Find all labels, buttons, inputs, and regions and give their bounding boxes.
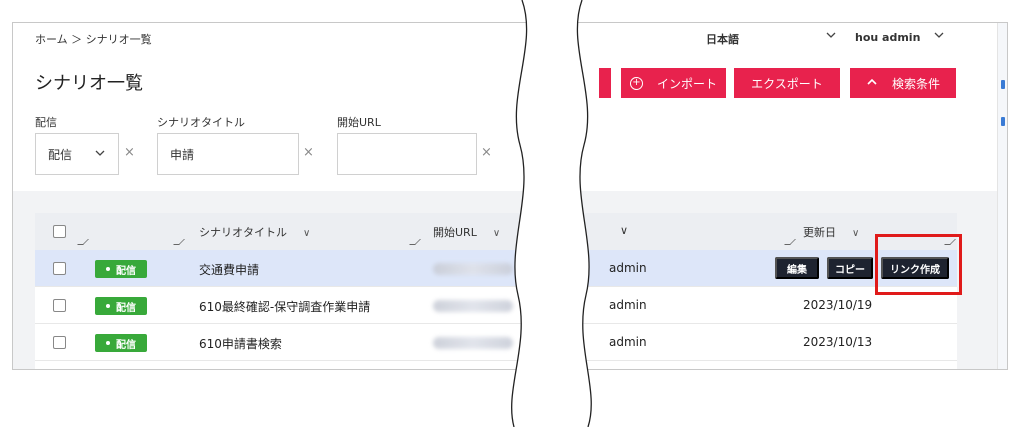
page-break-mark (511, 0, 592, 427)
chevron-down-icon[interactable] (933, 29, 945, 44)
column-resize-handle[interactable] (409, 239, 421, 245)
indicator-icon (1001, 80, 1005, 89)
breadcrumb[interactable]: ホーム ＞ シナリオ一覧 (35, 31, 152, 47)
row-title[interactable]: 交通費申請 (199, 261, 259, 278)
status-badge: 配信 (95, 334, 147, 352)
status-filter-label: 配信 (35, 116, 57, 129)
status-badge-label: 配信 (116, 339, 136, 351)
status-badge: 配信 (95, 260, 147, 278)
column-header-url[interactable]: 開始URL ∨ (433, 224, 500, 240)
row-title[interactable]: 610申請書検索 (199, 335, 282, 352)
row-date: 2023/10/19 (803, 298, 873, 312)
edit-button[interactable]: 編集 (775, 257, 819, 279)
row-checkbox[interactable] (53, 299, 66, 312)
import-button[interactable]: + インポート (621, 68, 726, 98)
column-header-updated[interactable]: 更新日 ∨ (803, 224, 859, 240)
row-user: admin (609, 298, 647, 312)
row-checkbox[interactable] (53, 336, 66, 349)
clear-status-icon[interactable]: × (124, 145, 135, 160)
chevron-down-icon: ∨ (303, 228, 311, 239)
annotation-highlight-box (875, 234, 962, 295)
scenario-table: シナリオタイトル ∨ 開始URL ∨ ∨ 更新日 ∨ 配信 交通費申請 admin (35, 213, 957, 369)
copy-button[interactable]: コピー (827, 257, 873, 279)
user-menu[interactable]: hou admin (855, 31, 920, 44)
url-filter-label: 開始URL (337, 116, 381, 129)
status-badge-label: 配信 (116, 265, 136, 277)
column-url-label: 開始URL (433, 226, 477, 239)
chevron-down-icon[interactable]: ∨ (620, 224, 628, 237)
table-row[interactable]: 配信 610申請書検索 admin 2023/10/13 (35, 324, 957, 361)
dot-icon (106, 267, 110, 271)
column-resize-handle[interactable] (77, 239, 89, 245)
column-title-label: シナリオタイトル (199, 226, 287, 239)
row-date: 2023/10/13 (803, 335, 873, 349)
page-title: シナリオ一覧 (35, 73, 143, 94)
row-user: admin (609, 261, 647, 275)
url-filter-input[interactable] (337, 133, 477, 175)
search-conditions-label: 検索条件 (891, 76, 940, 91)
table-header: シナリオタイトル ∨ 開始URL ∨ ∨ 更新日 ∨ (35, 213, 957, 250)
status-badge-label: 配信 (116, 302, 136, 314)
table-row[interactable]: 配信 交通費申請 admin 編集 コピー リンク作成 (35, 250, 957, 287)
row-user: admin (609, 335, 647, 349)
dot-icon (106, 304, 110, 308)
title-filter-label: シナリオタイトル (157, 116, 245, 129)
chevron-up-icon (866, 77, 878, 90)
column-resize-handle[interactable] (173, 239, 185, 245)
column-resize-handle[interactable] (784, 239, 796, 245)
status-badge: 配信 (95, 297, 147, 315)
select-all-checkbox[interactable] (53, 225, 66, 238)
status-select-value: 配信 (48, 147, 73, 162)
chevron-down-icon: ∨ (852, 228, 860, 239)
clear-title-icon[interactable]: × (303, 145, 314, 160)
column-header-title[interactable]: シナリオタイトル ∨ (199, 224, 310, 240)
clear-url-icon[interactable]: × (481, 145, 492, 160)
row-title[interactable]: 610最終確認-保守調査作業申請 (199, 298, 370, 315)
table-row[interactable]: 配信 610最終確認-保守調査作業申請 admin 2023/10/19 (35, 287, 957, 324)
chevron-down-icon[interactable] (825, 29, 837, 44)
dot-icon (106, 341, 110, 345)
row-checkbox[interactable] (53, 262, 66, 275)
chevron-down-icon (94, 147, 106, 162)
indicator-icon (1001, 117, 1005, 126)
search-conditions-button[interactable]: 検索条件 (850, 68, 956, 98)
import-label: インポート (656, 76, 717, 91)
right-edge-strip (997, 23, 1007, 369)
language-selector[interactable]: 日本語 (706, 31, 739, 47)
export-button[interactable]: エクスポート (734, 68, 840, 98)
title-filter-input[interactable]: 申請 (157, 133, 299, 175)
status-select[interactable]: 配信 (35, 133, 119, 175)
column-updated-label: 更新日 (803, 226, 836, 239)
plus-circle-icon: + (629, 76, 643, 90)
